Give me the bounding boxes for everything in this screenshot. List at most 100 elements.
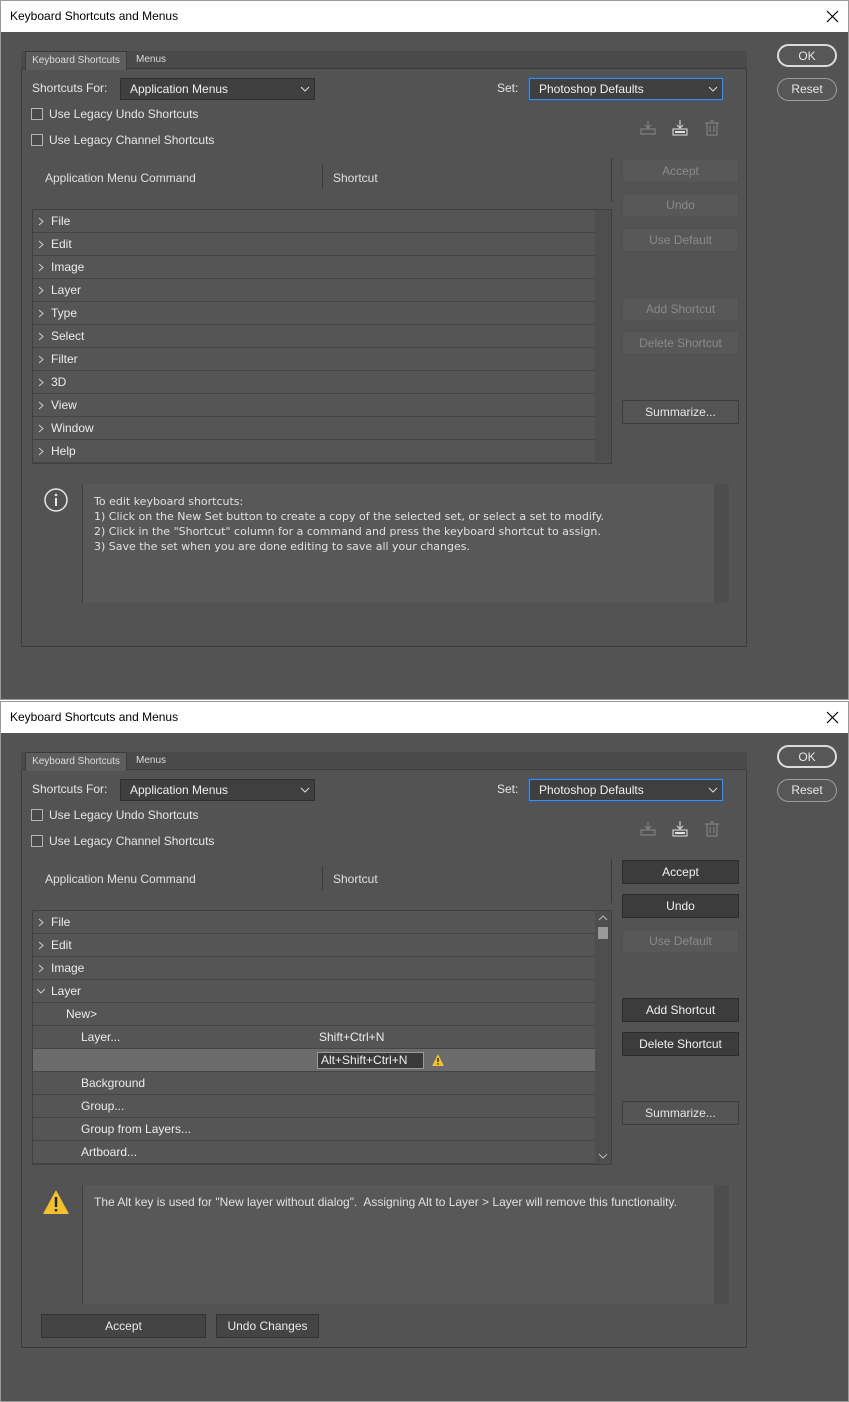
list-item[interactable]: File bbox=[33, 911, 596, 934]
info-text: To edit keyboard shortcuts: 1) Click on … bbox=[94, 495, 605, 553]
chevron-up-icon[interactable] bbox=[598, 914, 608, 922]
set-value: Photoshop Defaults bbox=[539, 783, 644, 797]
info-panel: To edit keyboard shortcuts: 1) Click on … bbox=[82, 484, 729, 603]
chevron-right-icon bbox=[38, 217, 44, 226]
legacy-channel-checkbox[interactable] bbox=[31, 134, 43, 146]
list-item[interactable]: Image bbox=[33, 256, 596, 279]
command-list: File Edit Image Layer New> Layer... Shift… bbox=[32, 910, 612, 1165]
scrollbar[interactable] bbox=[595, 911, 611, 1164]
shortcuts-for-label: Shortcuts For: bbox=[32, 782, 108, 796]
legacy-undo-checkbox[interactable] bbox=[31, 809, 43, 821]
legacy-channel-checkbox[interactable] bbox=[31, 835, 43, 847]
scrollbar[interactable] bbox=[714, 1185, 729, 1304]
tab-bar: Keyboard Shortcuts Menus bbox=[21, 752, 747, 771]
legacy-channel-label: Use Legacy Channel Shortcuts bbox=[49, 834, 215, 848]
ok-button[interactable]: OK bbox=[777, 745, 837, 768]
shortcuts-for-select[interactable]: Application Menus bbox=[120, 779, 315, 801]
shortcut-input[interactable]: Alt+Shift+Ctrl+N bbox=[317, 1052, 424, 1069]
list-item[interactable]: View bbox=[33, 394, 596, 417]
list-item[interactable]: Background bbox=[33, 1072, 596, 1095]
set-select[interactable]: Photoshop Defaults bbox=[529, 779, 723, 801]
chevron-right-icon bbox=[38, 286, 44, 295]
shortcuts-for-label: Shortcuts For: bbox=[32, 81, 108, 95]
legacy-undo-checkbox[interactable] bbox=[31, 108, 43, 120]
column-command-header[interactable]: Application Menu Command bbox=[45, 171, 196, 185]
column-shortcut-header[interactable]: Shortcut bbox=[333, 872, 378, 886]
undo-button[interactable]: Undo bbox=[622, 193, 739, 217]
chevron-right-icon bbox=[38, 263, 44, 272]
close-icon[interactable] bbox=[817, 1, 848, 32]
trash-icon[interactable] bbox=[703, 820, 721, 838]
use-default-button[interactable]: Use Default bbox=[622, 929, 739, 953]
ok-button[interactable]: OK bbox=[777, 44, 837, 67]
list-item[interactable]: Layer... Shift+Ctrl+N bbox=[33, 1026, 596, 1049]
bottom-accept-button[interactable]: Accept bbox=[41, 1314, 206, 1338]
list-item-label: Type bbox=[51, 306, 78, 320]
list-item[interactable]: Layer bbox=[33, 980, 596, 1003]
list-item[interactable]: Artboard... bbox=[33, 1141, 596, 1164]
new-set-icon[interactable] bbox=[671, 119, 689, 137]
list-item-shortcut[interactable]: Shift+Ctrl+N bbox=[319, 1030, 384, 1044]
list-item[interactable]: Type bbox=[33, 302, 596, 325]
list-item[interactable]: Image bbox=[33, 957, 596, 980]
scrollbar[interactable] bbox=[714, 484, 729, 603]
list-item[interactable]: Edit bbox=[33, 233, 596, 256]
list-item[interactable]: New> bbox=[33, 1003, 596, 1026]
summarize-button[interactable]: Summarize... bbox=[622, 1101, 739, 1125]
tab-bar: Keyboard Shortcuts Menus bbox=[21, 51, 747, 70]
list-item-label: Image bbox=[51, 961, 85, 975]
chevron-down-icon[interactable] bbox=[598, 1152, 608, 1160]
warning-panel: The Alt key is used for "New layer witho… bbox=[82, 1185, 729, 1304]
shortcuts-for-value: Application Menus bbox=[130, 82, 229, 96]
close-icon[interactable] bbox=[817, 702, 848, 733]
reset-button[interactable]: Reset bbox=[777, 779, 837, 802]
legacy-channel-label: Use Legacy Channel Shortcuts bbox=[49, 133, 215, 147]
list-item[interactable]: Group... bbox=[33, 1095, 596, 1118]
add-shortcut-button[interactable]: Add Shortcut bbox=[622, 998, 739, 1022]
column-shortcut-header[interactable]: Shortcut bbox=[333, 171, 378, 185]
list-item-selected[interactable]: Alt+Shift+Ctrl+N bbox=[33, 1049, 596, 1072]
list-item[interactable]: Group from Layers... bbox=[33, 1118, 596, 1141]
list-item[interactable]: Help bbox=[33, 440, 596, 463]
list-item[interactable]: Filter bbox=[33, 348, 596, 371]
delete-shortcut-button[interactable]: Delete Shortcut bbox=[622, 1032, 739, 1056]
save-set-icon[interactable] bbox=[639, 820, 657, 838]
accept-button[interactable]: Accept bbox=[622, 860, 739, 884]
undo-button[interactable]: Undo bbox=[622, 894, 739, 918]
delete-shortcut-button[interactable]: Delete Shortcut bbox=[622, 331, 739, 355]
column-divider bbox=[611, 158, 612, 202]
chevron-right-icon bbox=[38, 424, 44, 433]
list-item[interactable]: Layer bbox=[33, 279, 596, 302]
list-item[interactable]: Edit bbox=[33, 934, 596, 957]
legacy-undo-label: Use Legacy Undo Shortcuts bbox=[49, 808, 199, 822]
list-item[interactable]: Window bbox=[33, 417, 596, 440]
tab-menus[interactable]: Menus bbox=[129, 752, 173, 770]
use-default-button[interactable]: Use Default bbox=[622, 228, 739, 252]
tab-keyboard-shortcuts[interactable]: Keyboard Shortcuts bbox=[25, 51, 127, 70]
summarize-button[interactable]: Summarize... bbox=[622, 400, 739, 424]
accept-button[interactable]: Accept bbox=[622, 159, 739, 183]
list-item[interactable]: File bbox=[33, 210, 596, 233]
list-item[interactable]: 3D bbox=[33, 371, 596, 394]
undo-changes-button[interactable]: Undo Changes bbox=[216, 1314, 319, 1338]
scrollbar-thumb[interactable] bbox=[598, 927, 608, 939]
shortcuts-for-select[interactable]: Application Menus bbox=[120, 78, 315, 100]
reset-button[interactable]: Reset bbox=[777, 78, 837, 101]
tab-menus[interactable]: Menus bbox=[129, 51, 173, 69]
scrollbar[interactable] bbox=[595, 210, 611, 463]
add-shortcut-button[interactable]: Add Shortcut bbox=[622, 297, 739, 321]
column-command-header[interactable]: Application Menu Command bbox=[45, 872, 196, 886]
chevron-right-icon bbox=[38, 355, 44, 364]
list-item-label: Layer bbox=[51, 283, 82, 297]
new-set-icon[interactable] bbox=[671, 820, 689, 838]
list-item-label: Edit bbox=[51, 237, 72, 251]
list-item[interactable]: Select bbox=[33, 325, 596, 348]
shortcuts-for-value: Application Menus bbox=[130, 783, 229, 797]
chevron-right-icon bbox=[38, 401, 44, 410]
trash-icon[interactable] bbox=[703, 119, 721, 137]
list-item-label: File bbox=[51, 214, 71, 228]
set-select[interactable]: Photoshop Defaults bbox=[529, 78, 723, 100]
tab-keyboard-shortcuts[interactable]: Keyboard Shortcuts bbox=[25, 752, 127, 771]
save-set-icon[interactable] bbox=[639, 119, 657, 137]
chevron-right-icon bbox=[38, 941, 44, 950]
